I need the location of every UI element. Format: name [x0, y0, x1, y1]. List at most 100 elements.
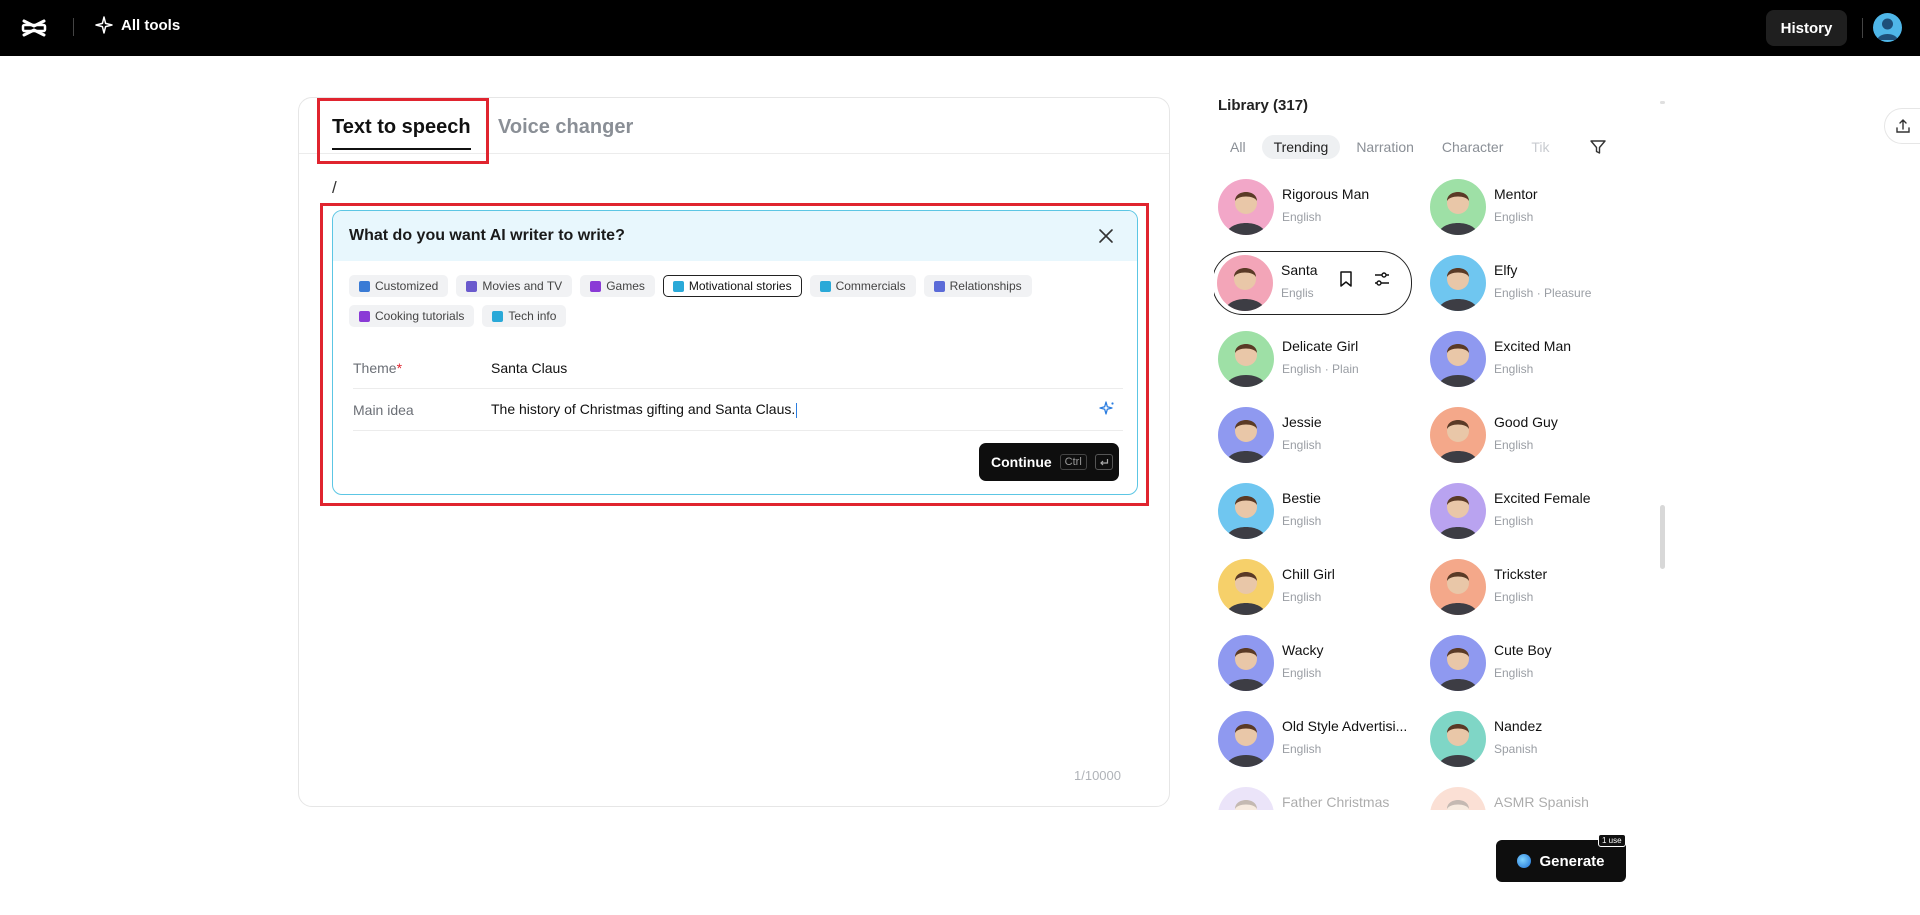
voice-item[interactable]: Good Guy English — [1426, 404, 1626, 466]
library-scroll-top — [1660, 101, 1665, 104]
filter-icon[interactable] — [1589, 138, 1607, 156]
ai-writer-header: What do you want AI writer to write? — [333, 211, 1137, 261]
voice-avatar — [1218, 559, 1274, 615]
theme-row: Theme* Santa Claus — [353, 347, 1123, 389]
voice-name: Excited Female — [1494, 490, 1591, 506]
upload-icon — [1895, 119, 1910, 133]
voice-avatar — [1430, 635, 1486, 691]
voice-name: Chill Girl — [1282, 566, 1335, 582]
character-counter: 1/10000 — [1074, 768, 1121, 783]
voice-name: Cute Boy — [1494, 642, 1552, 658]
main-idea-input[interactable]: The history of Christmas gifting and San… — [491, 401, 798, 418]
close-icon[interactable] — [1097, 227, 1115, 245]
tab-voice-changer[interactable]: Voice changer — [498, 116, 633, 139]
capcut-logo-icon[interactable] — [20, 14, 48, 42]
voice-avatar — [1430, 407, 1486, 463]
voice-avatar — [1430, 559, 1486, 615]
lib-tab-tiktok[interactable]: Tik — [1519, 135, 1549, 159]
all-tools-button[interactable]: All tools — [95, 16, 180, 34]
voice-language: English — [1282, 666, 1322, 680]
user-avatar[interactable] — [1873, 13, 1902, 42]
voice-language: English — [1282, 742, 1322, 756]
voice-name: Mentor — [1494, 186, 1538, 202]
voice-avatar — [1430, 711, 1486, 767]
theme-input[interactable]: Santa Claus — [491, 360, 567, 376]
edit-icon — [359, 280, 370, 292]
voice-item[interactable]: Trickster English — [1426, 556, 1626, 618]
tab-text-to-speech[interactable]: Text to speech — [332, 116, 471, 150]
lib-tab-character[interactable]: Character — [1430, 135, 1515, 159]
voice-avatar — [1218, 407, 1274, 463]
chip-movies-and-tv[interactable]: Movies and TV — [456, 275, 573, 297]
voice-item[interactable]: Chill Girl English — [1214, 556, 1414, 618]
voice-item[interactable]: Cute Boy English — [1426, 632, 1626, 694]
voice-language: English — [1494, 514, 1534, 528]
topic-chips: Customized Movies and TV Games Motivatio… — [349, 275, 1129, 327]
user-icon — [1877, 18, 1898, 40]
voice-item[interactable]: Mentor English — [1426, 176, 1626, 238]
voice-item[interactable]: Elfy English · Pleasure — [1426, 252, 1626, 314]
history-button[interactable]: History — [1766, 10, 1847, 46]
library-tabs: All Trending Narration Character Tik — [1218, 134, 1618, 160]
voice-avatar — [1218, 711, 1274, 767]
rocket-icon — [492, 310, 504, 322]
library-scrollbar[interactable] — [1660, 505, 1665, 569]
voice-item[interactable]: Old Style Advertisi... English — [1214, 708, 1414, 770]
voice-list: Rigorous Man English Mentor English Santa Eng… — [1214, 174, 1644, 810]
lib-tab-narration[interactable]: Narration — [1344, 135, 1426, 159]
voice-name: Old Style Advertisi... — [1282, 718, 1408, 734]
voice-name: Jessie — [1282, 414, 1322, 430]
main-idea-label: Main idea — [353, 401, 414, 418]
voice-avatar — [1430, 331, 1486, 387]
adjust-settings-icon[interactable] — [1373, 270, 1391, 288]
voice-name: Rigorous Man — [1282, 186, 1370, 202]
voice-language: English — [1282, 514, 1322, 528]
voice-language: English — [1494, 438, 1534, 452]
voice-item[interactable]: Excited Man English — [1426, 328, 1626, 390]
voice-item[interactable]: Wacky English — [1214, 632, 1414, 694]
voice-item[interactable]: Jessie English — [1214, 404, 1414, 466]
voice-item[interactable]: Rigorous Man English — [1214, 176, 1414, 238]
editor-card: Text to speech Voice changer / What do y… — [298, 97, 1170, 807]
top-bar: All tools History — [0, 0, 1920, 56]
voice-item[interactable]: ASMR Spanish — [1426, 784, 1626, 810]
voice-name: Good Guy — [1494, 414, 1558, 430]
voice-name: Trickster — [1494, 566, 1548, 582]
lib-tab-trending[interactable]: Trending — [1261, 135, 1341, 159]
chip-motivational-stories[interactable]: Motivational stories — [662, 275, 802, 297]
main-idea-row: Main idea The history of Christmas gifti… — [353, 389, 1123, 431]
voice-language: Englis — [1281, 286, 1314, 300]
ai-writer-title: What do you want AI writer to write? — [349, 227, 625, 244]
voice-item[interactable]: Santa Englis — [1214, 251, 1412, 315]
chip-games[interactable]: Games — [580, 275, 655, 297]
voice-avatar — [1217, 255, 1273, 311]
chip-tech-info[interactable]: Tech info — [482, 305, 567, 327]
voice-item[interactable]: Delicate Girl English · Plain — [1214, 328, 1414, 390]
sparkle-icon — [95, 16, 113, 34]
upload-button[interactable] — [1884, 108, 1920, 144]
chip-customized[interactable]: Customized — [349, 275, 449, 297]
voice-item[interactable]: Excited Female English — [1426, 480, 1626, 542]
voice-hover-actions — [1331, 270, 1391, 288]
lib-tab-all[interactable]: All — [1218, 135, 1258, 159]
chip-relationships[interactable]: Relationships — [923, 275, 1032, 297]
top-divider — [73, 18, 74, 36]
editor-text[interactable]: / — [332, 178, 337, 198]
bookmark-icon[interactable] — [1337, 270, 1355, 288]
cup-icon — [359, 310, 370, 322]
voice-avatar — [1218, 483, 1274, 539]
ctrl-key: Ctrl — [1059, 454, 1087, 470]
voice-avatar — [1430, 179, 1486, 235]
voice-language: English — [1282, 210, 1322, 224]
voice-item[interactable]: Bestie English — [1214, 480, 1414, 542]
voice-name: Father Christmas — [1282, 794, 1390, 810]
ai-sparkle-icon[interactable] — [1099, 401, 1115, 417]
voice-item[interactable]: Nandez Spanish — [1426, 708, 1626, 770]
chip-commercials[interactable]: Commercials — [809, 275, 916, 297]
chip-cooking-tutorials[interactable]: Cooking tutorials — [349, 305, 475, 327]
voice-name: Santa — [1281, 262, 1318, 278]
voice-item[interactable]: Father Christmas — [1214, 784, 1414, 810]
voice-language: English — [1282, 438, 1322, 452]
continue-button[interactable]: Continue Ctrl — [979, 443, 1119, 481]
theme-label: Theme* — [353, 359, 403, 376]
